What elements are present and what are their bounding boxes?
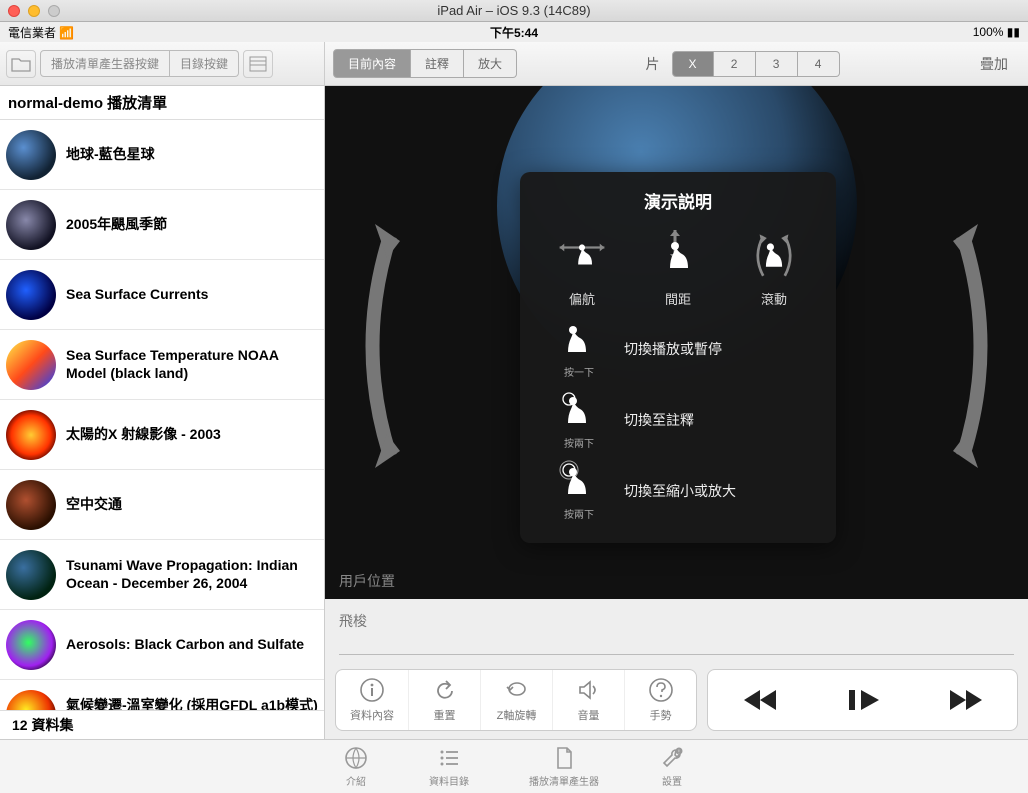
thumb-icon bbox=[6, 270, 56, 320]
user-location-label: 用戶位置 bbox=[325, 563, 1028, 599]
yaw-icon bbox=[555, 229, 609, 283]
playlist-header: normal-demo 播放清單 bbox=[0, 86, 324, 120]
playlist-item[interactable]: 氣候變遷-溫室變化 (採用GFDL a1b模式) - 1870 - bbox=[0, 680, 324, 710]
playlist: 地球-藍色星球 2005年颶風季節 Sea Surface Currents Sea … bbox=[0, 120, 324, 710]
shuttle-label: 飛梭 bbox=[339, 611, 1014, 631]
tap-once-icon bbox=[557, 318, 601, 362]
action-playpause: 按一下 切換播放或暫停 bbox=[552, 318, 822, 379]
thumb-icon bbox=[6, 130, 56, 180]
content-tab[interactable]: 註釋 bbox=[411, 49, 464, 78]
list-icon[interactable] bbox=[243, 50, 273, 78]
thumb-icon bbox=[6, 620, 56, 670]
overlay-button[interactable]: 疊加 bbox=[968, 54, 1020, 74]
control-bar: 資料內容 重置 Z軸旋轉 音量 手勢 bbox=[325, 661, 1028, 739]
action-annotation: 按兩下 切換至註釋 bbox=[552, 389, 822, 450]
playlist-item[interactable]: Sea Surface Currents bbox=[0, 260, 324, 330]
thumb-icon bbox=[6, 200, 56, 250]
playlist-item[interactable]: 太陽的X 射線影像 - 2003 bbox=[0, 400, 324, 470]
content-tab[interactable]: 放大 bbox=[464, 49, 517, 78]
tutorial-overlay: 演示説明 偏航 間距 滾動 按一下 切換播放或暫停 按兩下 切換至註釋 bbox=[520, 172, 836, 543]
playlist-item-label: 太陽的X 射線影像 - 2003 bbox=[66, 426, 221, 444]
playlist-item-label: Sea Surface Currents bbox=[66, 286, 208, 304]
list-bullet-icon bbox=[436, 745, 462, 771]
content-tab[interactable]: 目前內容 bbox=[333, 49, 411, 78]
sidebar: 播放清單產生器按鍵 目錄按鍵 normal-demo 播放清單 地球-藍色星球 2… bbox=[0, 42, 325, 739]
action-zoom: 按兩下 切換至縮小或放大 bbox=[552, 460, 822, 521]
gesture-button[interactable]: 手勢 bbox=[624, 670, 696, 730]
tap-twice-icon bbox=[557, 389, 601, 433]
slice-tab[interactable]: 3 bbox=[756, 51, 798, 77]
pitch-icon bbox=[651, 229, 705, 283]
slice-tab[interactable]: 4 bbox=[798, 51, 840, 77]
playlist-item-label: Tsunami Wave Propagation: Indian Ocean -… bbox=[66, 557, 318, 592]
volume-button[interactable]: 音量 bbox=[552, 670, 624, 730]
thumb-icon bbox=[6, 480, 56, 530]
playlist-item-label: 地球-藍色星球 bbox=[66, 146, 155, 164]
tab-intro[interactable]: 介紹 bbox=[343, 745, 369, 788]
playlist-item[interactable]: 2005年颶風季節 bbox=[0, 190, 324, 260]
gesture-pitch: 間距 bbox=[633, 229, 723, 308]
playlist-item-label: 2005年颶風季節 bbox=[66, 216, 167, 234]
info-icon bbox=[359, 677, 385, 703]
playlist-gen-button[interactable]: 播放清單產生器按鍵 bbox=[40, 50, 170, 77]
gesture-scroll: 滾動 bbox=[729, 229, 819, 308]
slice-tab[interactable]: X bbox=[672, 51, 714, 77]
thumb-icon bbox=[6, 340, 56, 390]
playlist-item[interactable]: Aerosols: Black Carbon and Sulfate bbox=[0, 610, 324, 680]
tutorial-title: 演示説明 bbox=[534, 188, 822, 213]
playlist-item-label: Aerosols: Black Carbon and Sulfate bbox=[66, 636, 304, 654]
folder-icon[interactable] bbox=[6, 50, 36, 78]
playlist-item-label: 氣候變遷-溫室變化 (採用GFDL a1b模式) - 1870 - bbox=[66, 697, 318, 710]
forward-button[interactable] bbox=[936, 680, 996, 720]
playlist-item-label: Sea Surface Temperature NOAA Model (blac… bbox=[66, 347, 318, 382]
bottom-tabbar: 介紹 資料目錄 播放清單產生器 ! 設置 bbox=[0, 739, 1028, 793]
tab-catalog[interactable]: 資料目錄 bbox=[429, 745, 469, 788]
playpause-button[interactable] bbox=[833, 680, 893, 720]
zrotate-button[interactable]: Z軸旋轉 bbox=[480, 670, 552, 730]
tab-settings[interactable]: ! 設置 bbox=[659, 745, 685, 788]
scroll-icon bbox=[747, 229, 801, 283]
info-button[interactable]: 資料內容 bbox=[336, 670, 408, 730]
document-icon bbox=[551, 745, 577, 771]
gesture-yaw: 偏航 bbox=[537, 229, 627, 308]
svg-text:!: ! bbox=[678, 750, 679, 756]
thumb-icon bbox=[6, 410, 56, 460]
playlist-item[interactable]: Sea Surface Temperature NOAA Model (blac… bbox=[0, 330, 324, 400]
wrench-icon: ! bbox=[659, 745, 685, 771]
rotate-left-icon bbox=[345, 206, 405, 486]
playlist-item[interactable]: Tsunami Wave Propagation: Indian Ocean -… bbox=[0, 540, 324, 610]
main-toolbar: 目前內容註釋放大 片 X234 疊加 bbox=[325, 42, 1028, 86]
shuttle-strip: 飛梭 bbox=[325, 599, 1028, 661]
ios-statusbar: 電信業者 📶 下午5:44 100% ▮▮ bbox=[0, 22, 1028, 42]
thumb-icon bbox=[6, 690, 56, 711]
rotate-right-icon bbox=[948, 206, 1008, 486]
sidebar-toolbar: 播放清單產生器按鍵 目錄按鍵 bbox=[0, 42, 324, 86]
dataset-count: 12 資料集 bbox=[0, 710, 324, 739]
slice-tab[interactable]: 2 bbox=[714, 51, 756, 77]
rotate-icon bbox=[504, 677, 530, 703]
directory-button[interactable]: 目錄按鍵 bbox=[170, 50, 239, 77]
tab-playlist-gen[interactable]: 播放清單產生器 bbox=[529, 745, 599, 788]
rewind-button[interactable] bbox=[730, 680, 790, 720]
tap-twice-icon-2 bbox=[557, 460, 601, 504]
speaker-icon bbox=[576, 677, 602, 703]
thumb-icon bbox=[6, 550, 56, 600]
undo-icon bbox=[432, 677, 458, 703]
playlist-item[interactable]: 地球-藍色星球 bbox=[0, 120, 324, 190]
question-icon bbox=[648, 677, 674, 703]
clock: 下午5:44 bbox=[0, 24, 1028, 41]
window-title: iPad Air – iOS 9.3 (14C89) bbox=[0, 3, 1028, 18]
shuttle-track[interactable] bbox=[339, 635, 1014, 655]
pian-label: 片 bbox=[646, 54, 660, 74]
reset-button[interactable]: 重置 bbox=[408, 670, 480, 730]
mac-titlebar: iPad Air – iOS 9.3 (14C89) bbox=[0, 0, 1028, 22]
playlist-item-label: 空中交通 bbox=[66, 496, 122, 514]
playlist-item[interactable]: 空中交通 bbox=[0, 470, 324, 540]
globe-icon bbox=[343, 745, 369, 771]
